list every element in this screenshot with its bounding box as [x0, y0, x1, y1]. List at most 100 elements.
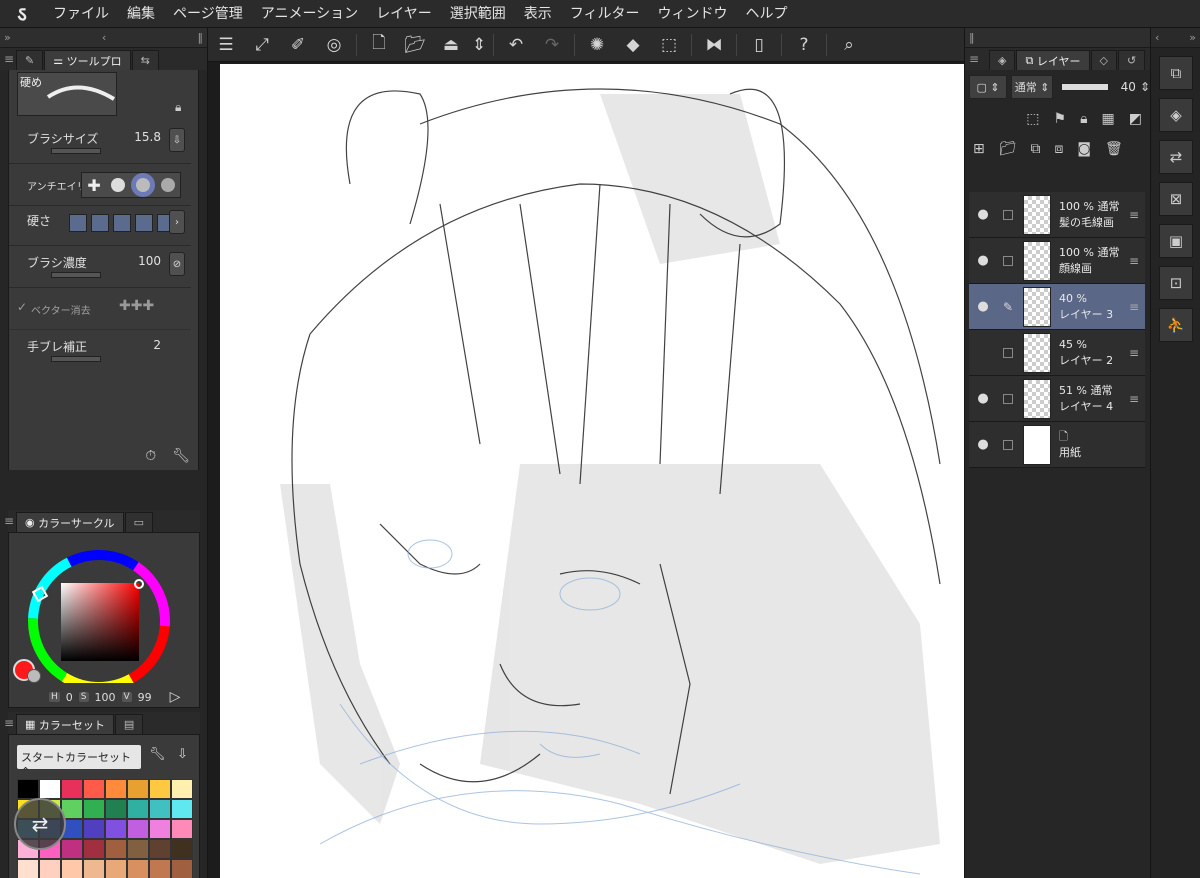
reference-icon[interactable]: ⚑	[1054, 111, 1067, 127]
menu-layer[interactable]: レイヤー	[367, 0, 441, 28]
hamburger-icon[interactable]: ≡	[969, 52, 979, 66]
search-icon[interactable]: ⌕	[831, 28, 867, 62]
canvas-area[interactable]	[208, 62, 964, 878]
layers-icon[interactable]: ⧉	[1159, 56, 1193, 90]
color-swatch[interactable]	[171, 859, 193, 878]
eye-icon[interactable]: ●	[969, 437, 997, 452]
tab-sub-tool[interactable]: ⇆	[131, 50, 159, 70]
stabilization-value[interactable]: 2	[153, 338, 161, 352]
spiral-icon[interactable]: ◎	[316, 28, 352, 62]
hardness-level[interactable]	[135, 214, 153, 232]
chevron-left-icon[interactable]: ‹	[1155, 31, 1159, 44]
color-swatch[interactable]	[83, 839, 105, 859]
color-swatch[interactable]	[149, 779, 171, 799]
color-swatch[interactable]	[83, 799, 105, 819]
layer-check[interactable]	[997, 347, 1019, 358]
chevron-left-icon[interactable]: ‹	[102, 31, 106, 44]
erase-mode-icons[interactable]: ✚✚✚	[119, 298, 154, 314]
blend-mode-select[interactable]: 通常 ⇕	[1011, 75, 1054, 99]
mask-icon[interactable]: ◩	[1129, 111, 1142, 127]
material-icon[interactable]: ▣	[1159, 224, 1193, 258]
app-logo-icon[interactable]: ऽ	[0, 0, 44, 28]
opacity-slider[interactable]	[1061, 83, 1109, 91]
color-swatch[interactable]	[171, 779, 193, 799]
tab-history[interactable]: ▤	[114, 714, 144, 734]
eye-icon[interactable]: ●	[969, 207, 997, 222]
layer-mask-icon[interactable]: ◙	[1077, 141, 1091, 157]
hardness-level[interactable]	[91, 214, 109, 232]
v-value[interactable]: 99	[138, 691, 152, 704]
pen-edit-icon[interactable]: ✎	[997, 300, 1019, 314]
hardness-level[interactable]	[69, 214, 87, 232]
menu-view[interactable]: 表示	[515, 0, 561, 28]
layer-check[interactable]	[997, 255, 1019, 266]
trash-icon[interactable]: 🗑︎	[1105, 141, 1123, 157]
color-swatch[interactable]	[149, 859, 171, 878]
density-slider[interactable]	[51, 272, 101, 278]
drag-handle-icon[interactable]: ≡	[1129, 254, 1139, 268]
quick-access-button[interactable]: ⇄	[14, 798, 66, 850]
tab-color-circle[interactable]: ◉ カラーサークル	[16, 512, 124, 532]
wrench-icon[interactable]: 🔧︎	[172, 448, 190, 464]
menu-filter[interactable]: フィルター	[561, 0, 649, 28]
menu-file[interactable]: ファイル	[44, 0, 118, 28]
flip-icon[interactable]: ⧓	[696, 28, 732, 62]
color-swatch[interactable]	[127, 839, 149, 859]
h-value[interactable]: 0	[66, 691, 73, 704]
chevron-right-icon[interactable]: ›	[169, 210, 185, 234]
color-swatch[interactable]	[105, 799, 127, 819]
layer-row[interactable]: ● 100 % 通常 髪の毛線画 ≡	[969, 192, 1145, 238]
resize-icon[interactable]: ⤢	[244, 28, 280, 62]
person-icon[interactable]: ⛹	[1159, 308, 1193, 342]
new-layer-icon[interactable]: ⊞	[973, 141, 985, 157]
color-swatch[interactable]	[171, 819, 193, 839]
navigator-icon[interactable]: ⊠	[1159, 182, 1193, 216]
grip-icon[interactable]: ‖	[969, 31, 975, 44]
density-value[interactable]: 100	[138, 254, 161, 268]
aa-weak-icon[interactable]	[111, 178, 126, 192]
canvas-paper[interactable]	[220, 64, 964, 878]
layer-search-icon[interactable]: ◈	[1159, 98, 1193, 132]
hamburger-icon[interactable]: ≡	[4, 514, 14, 528]
brush-size-slider[interactable]	[51, 148, 101, 154]
save-icon[interactable]: ⏏	[433, 28, 469, 62]
hamburger-menu-icon[interactable]: ☰	[208, 28, 244, 62]
color-swatch[interactable]	[39, 779, 61, 799]
expression-color-select[interactable]: ▢ ⇕	[969, 75, 1008, 99]
new-file-icon[interactable]: 🗋︎	[361, 28, 397, 62]
tab-layer-property-icon[interactable]: ◈	[989, 50, 1016, 70]
color-swatch[interactable]	[17, 859, 39, 878]
layer-row-active[interactable]: ● ✎ 40 % レイヤー 3 ≡	[969, 284, 1145, 330]
pen-settings-icon[interactable]: ✐	[280, 28, 316, 62]
color-wheel[interactable]	[9, 533, 199, 683]
expand-icon[interactable]: »	[1189, 31, 1196, 44]
hardness-level[interactable]	[113, 214, 131, 232]
color-set-select[interactable]: スタートカラーセット ⌃	[17, 745, 141, 778]
s-value[interactable]: 100	[95, 691, 116, 704]
menu-page[interactable]: ページ管理	[164, 0, 252, 28]
menu-window[interactable]: ウィンドウ	[649, 0, 737, 28]
color-swatch[interactable]	[83, 819, 105, 839]
menu-animation[interactable]: アニメーション	[252, 0, 367, 28]
redo-icon[interactable]: ↷	[534, 28, 570, 62]
new-folder-icon[interactable]: 📁︎	[999, 141, 1017, 157]
transfer-icon[interactable]: ⧉	[1031, 141, 1041, 157]
layer-row[interactable]: 45 % レイヤー 2 ≡	[969, 330, 1145, 376]
menu-selection[interactable]: 選択範囲	[441, 0, 515, 28]
layer-row-paper[interactable]: ● 🗋︎ 用紙	[969, 422, 1145, 468]
lock-transparency-icon[interactable]: ▦	[1102, 111, 1115, 127]
tab-history-icon[interactable]: ↺	[1117, 50, 1146, 70]
reset-icon[interactable]: ⏱	[145, 448, 156, 464]
drag-handle-icon[interactable]: ≡	[1129, 346, 1139, 360]
import-icon[interactable]: ⇩	[177, 747, 188, 762]
color-swatch[interactable]	[171, 839, 193, 859]
color-swatch[interactable]	[61, 839, 83, 859]
sub-view-icon[interactable]: ⊡	[1159, 266, 1193, 300]
history-icon[interactable]: ⇄	[1159, 140, 1193, 174]
layer-row[interactable]: ● 100 % 通常 顔線画 ≡	[969, 238, 1145, 284]
clip-icon[interactable]: ⬚	[1026, 111, 1039, 127]
color-swatch[interactable]	[105, 839, 127, 859]
antialias-options[interactable]: ✚	[81, 172, 181, 198]
color-swatch[interactable]	[149, 819, 171, 839]
lock-icon[interactable]: 🔒︎	[175, 100, 181, 115]
